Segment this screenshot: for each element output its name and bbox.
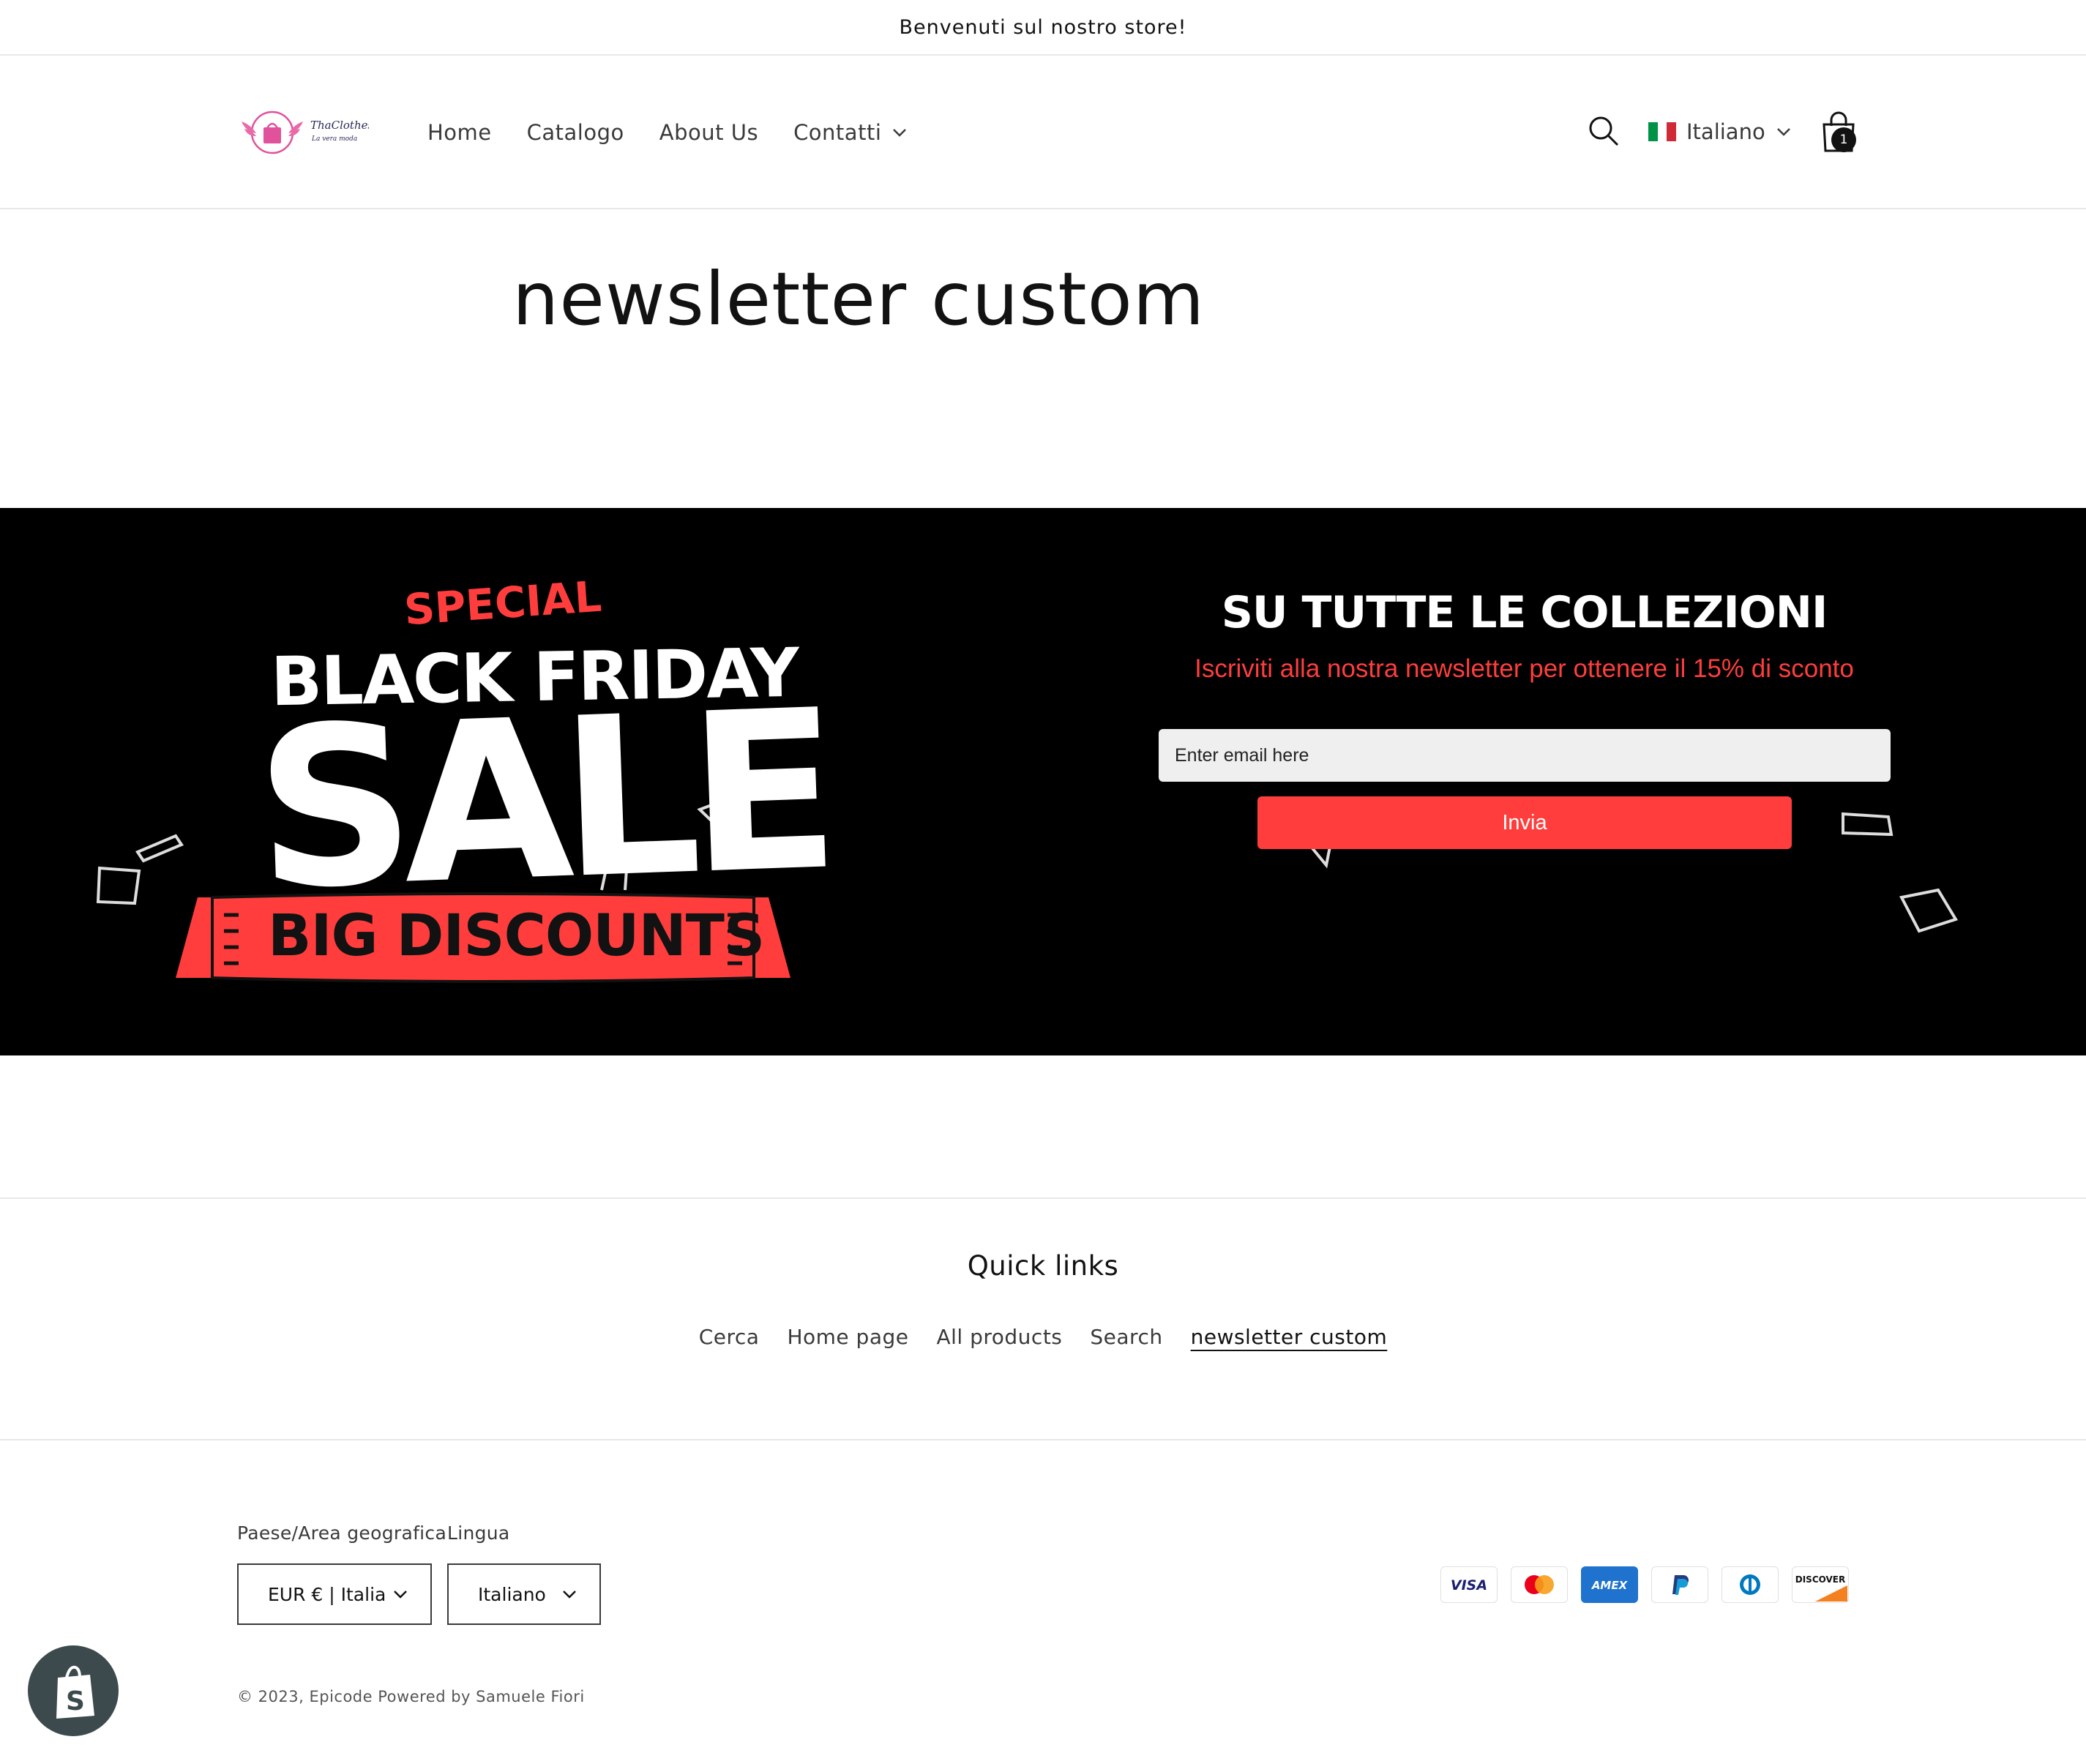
svg-text:VISA: VISA [1451,1577,1487,1593]
italy-flag-icon [1648,122,1677,141]
announcement-text: Benvenuti sul nostro store! [899,15,1187,39]
quick-link-cerca[interactable]: Cerca [699,1325,760,1349]
search-icon[interactable] [1587,114,1620,148]
decor-shape-icon [135,834,184,863]
quick-link-home-page[interactable]: Home page [787,1325,908,1349]
language-select-value: Italiano [478,1583,546,1605]
country-label: Paese/Area geografica [237,1522,447,1544]
nav-catalogo[interactable]: Catalogo [527,120,624,145]
site-header: ThaClothes La vera moda Home Catalogo Ab… [0,56,2086,209]
promo-subheadline: Iscriviti alla nostra newsletter per ott… [1195,654,1854,683]
chevron-down-icon [563,1591,576,1599]
sale-label: SALE [252,662,832,938]
nav-home[interactable]: Home [427,120,492,145]
svg-text:AMEX: AMEX [1591,1579,1629,1592]
announcement-bar: Benvenuti sul nostro store! [0,0,2086,56]
decor-shape-icon [1899,888,1959,933]
diners-club-icon [1721,1566,1779,1603]
country-select-value: EUR € | Italia [268,1583,386,1605]
divider [0,1197,2086,1199]
quick-links-list: Cerca Home page All products Search news… [0,1325,2086,1349]
country-select[interactable]: EUR € | Italia [237,1563,432,1625]
mastercard-icon [1511,1566,1568,1603]
decor-shape-icon [1842,812,1894,837]
big-discounts-label: BIG DISCOUNTS [268,903,765,969]
chevron-down-icon [1776,128,1790,136]
language-label: Italiano [1686,119,1765,144]
chevron-down-icon [893,129,907,137]
divider [0,1439,2086,1440]
discover-icon: DISCOVER [1792,1566,1849,1603]
language-select[interactable]: Italiano [447,1563,601,1625]
chevron-down-icon [394,1591,407,1599]
copyright: © 2023, Epicode Powered by Samuele Fiori [237,1688,585,1705]
svg-text:S: S [66,1686,85,1716]
newsletter-banner: SPECIAL BLACK FRIDAY SALE BIG DISCOUNTS … [0,508,2086,1055]
language-selector[interactable]: Italiano [1648,117,1792,146]
svg-text:La vera moda: La vera moda [311,135,357,143]
quick-link-newsletter-custom[interactable]: newsletter custom [1191,1325,1388,1349]
email-input[interactable] [1159,729,1891,782]
submit-button[interactable]: Invia [1257,796,1792,849]
svg-text:ThaClothes: ThaClothes [310,119,369,132]
svg-text:DISCOVER: DISCOVER [1795,1574,1845,1585]
amex-icon: AMEX [1581,1566,1638,1603]
quick-link-all-products[interactable]: All products [936,1325,1062,1349]
decor-shape-icon [96,866,141,905]
visa-icon: VISA [1440,1566,1498,1603]
store-logo[interactable]: ThaClothes La vera moda [237,107,369,158]
shopify-icon[interactable]: S [28,1645,119,1736]
nav-about-us[interactable]: About Us [659,120,758,145]
promo-headline: SU TUTTE LE COLLEZIONI [1221,587,1828,638]
payment-icons: VISA AMEX DISCOVER [1440,1566,1849,1603]
copyright-powered-by: Powered by Samuele Fiori [378,1688,585,1705]
quick-link-search[interactable]: Search [1090,1325,1162,1349]
page-title: newsletter custom [512,256,1205,342]
nav-contatti-label: Contatti [793,120,882,145]
language-footer-label: Lingua [447,1522,510,1544]
special-label: SPECIAL [402,571,603,635]
main-nav: Home Catalogo About Us Contatti [427,56,908,209]
copyright-prefix: © 2023, [237,1688,304,1705]
copyright-store-link[interactable]: Epicode [309,1688,373,1705]
quick-links-title: Quick links [967,1250,1119,1282]
cart-count-badge: 1 [1831,127,1856,152]
paypal-icon [1651,1566,1708,1603]
nav-contatti[interactable]: Contatti [793,120,908,145]
